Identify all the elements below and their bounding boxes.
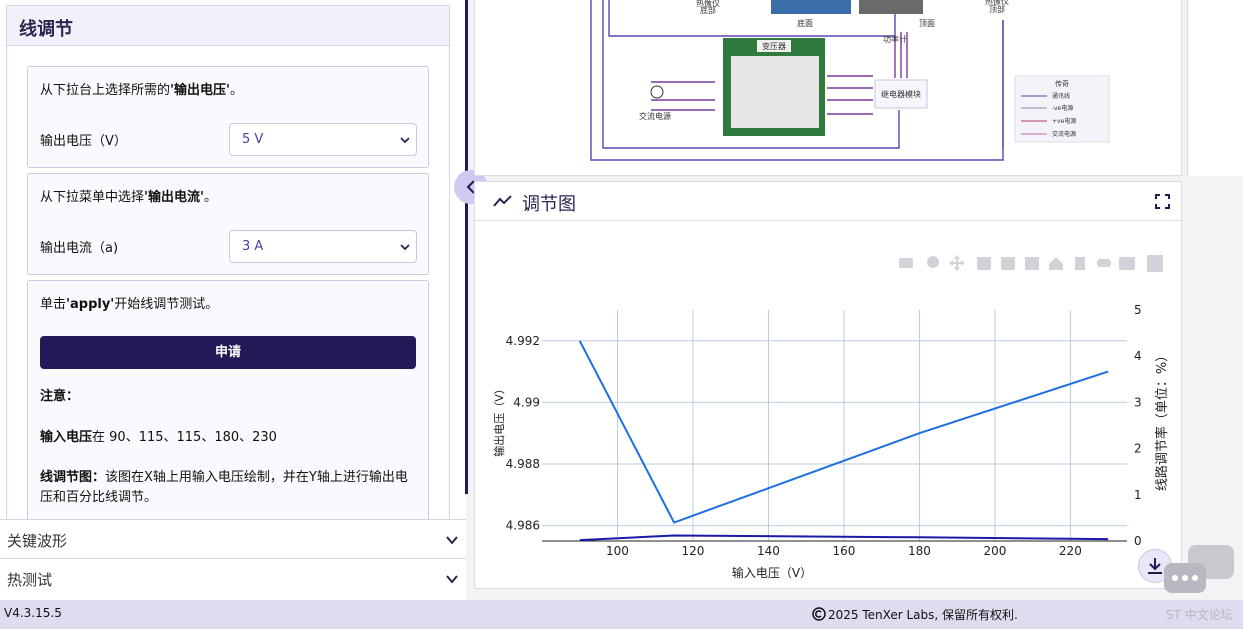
chat-icon[interactable]	[1162, 545, 1238, 601]
y-tick-label: 4.99	[513, 395, 540, 409]
y-axis-label: 输出电压（V）	[492, 383, 506, 457]
pan-icon[interactable]	[949, 255, 965, 271]
x-tick-label: 140	[757, 544, 780, 558]
output-voltage-label: 输出电压（V）	[40, 134, 127, 149]
legend-title: 传奇	[1055, 79, 1069, 88]
y2-tick-label: 1	[1134, 488, 1142, 502]
chart-title: 调节图	[522, 194, 576, 215]
y-tick-label: 4.988	[506, 457, 540, 471]
accordion-key-waveforms[interactable]: 关键波形	[0, 519, 466, 558]
legend-item: +ve电源	[1052, 117, 1076, 125]
hover-compare-icon[interactable]	[1119, 257, 1135, 270]
legend-item: 通讯线	[1052, 92, 1070, 100]
ac-source-label: 交流电源	[639, 111, 671, 121]
section-header[interactable]: 线调节	[6, 5, 450, 45]
notes-title: 注意：	[40, 389, 80, 404]
relay-module-label: 继电器模块	[881, 89, 921, 99]
y-tick-label: 4.992	[506, 334, 540, 348]
chevron-down-icon	[446, 575, 458, 584]
hover-closest-icon[interactable]	[1097, 259, 1111, 267]
y-tick-label: 4.986	[506, 519, 540, 533]
apply-card: 单击'apply'开始线调节测试。 申请 注意： 输入电压在 90、115、11…	[27, 280, 429, 519]
setup-diagram-panel: 热像仪 底部 底面 顶面 热像仪 顶部 功率计 变压器 继电器模块 交流电源 传…	[474, 0, 1182, 176]
thermal-camera-bottom-label-2: 底部	[700, 5, 716, 15]
meter-image	[859, 0, 923, 14]
x-tick-label: 200	[983, 544, 1006, 558]
accordion-label: 关键波形	[7, 532, 68, 550]
transformer-label: 变压器	[762, 41, 786, 51]
accordion-thermal-test[interactable]: 热测试	[0, 558, 466, 600]
regulation-chart-panel: 调节图 100 120 140 160 180 200 220 4.986 4.988 4.99 4…	[474, 181, 1183, 589]
chevron-down-icon	[400, 137, 410, 144]
voltage-instruction: 从下拉台上选择所需的'输出电压'。	[40, 83, 243, 98]
output-current-card: 从下拉菜单中选择'输出电流'。 输出电流（a) 3 A	[27, 173, 429, 275]
output-voltage-select[interactable]: 5 V	[229, 123, 417, 156]
power-meter-label: 功率计	[883, 34, 907, 44]
version-text: V4.3.15.5	[4, 606, 62, 620]
zoom-out-icon[interactable]	[1001, 257, 1015, 270]
line-chart-icon	[493, 195, 512, 207]
copyright-text: 2025 TenXer Labs, 保留所有权利.	[828, 608, 1018, 622]
top-face-label: 顶面	[919, 19, 935, 28]
diagram-legend: 传奇 通讯线 -ve电源 +ve电源 交流电源	[1014, 75, 1110, 143]
ac-source-icon	[650, 85, 664, 99]
forum-link[interactable]: ST 中文论坛	[1166, 606, 1233, 623]
camera-icon[interactable]	[899, 258, 913, 268]
chevron-down-icon	[400, 244, 410, 251]
x-axis-label: 输入电压（V）	[732, 565, 812, 580]
x-tick-label: 100	[606, 544, 629, 558]
right-side-panel	[1187, 0, 1243, 176]
y2-tick-label: 4	[1134, 349, 1142, 363]
x-tick-label: 160	[832, 544, 855, 558]
accordion-label: 热测试	[7, 571, 53, 589]
legend-item: -ve电源	[1052, 104, 1073, 112]
copyright-icon	[812, 607, 826, 621]
section-title: 线调节	[19, 19, 73, 40]
thermal-camera-top-label-2: 顶部	[989, 4, 1005, 14]
plot-grid	[542, 310, 1127, 541]
graph-note: 线调节图：该图在X轴上用输入电压绘制，并在Y轴上进行输出电压和百分比线调节。	[40, 470, 408, 505]
y2-tick-label: 0	[1134, 534, 1142, 548]
zoom-icon[interactable]	[927, 256, 939, 268]
bottom-face-label: 底面	[797, 18, 813, 28]
autoscale-icon[interactable]	[1025, 257, 1039, 270]
setup-diagram: 热像仪 底部 底面 顶面 热像仪 顶部 功率计 变压器 继电器模块 交流电源 传…	[590, 0, 1110, 161]
apply-button[interactable]: 申请	[40, 336, 416, 369]
legend-item: 交流电源	[1052, 130, 1076, 138]
apply-instruction: 单击'apply'开始线调节测试。	[40, 297, 219, 312]
regulation-plot: 100 120 140 160 180 200 2204.9864.9884.994.992…	[492, 303, 1170, 580]
plot-modebar	[899, 255, 1163, 272]
output-current-select[interactable]: 3 A	[229, 230, 417, 263]
y2-tick-label: 2	[1134, 442, 1142, 456]
board-image	[771, 0, 851, 14]
input-voltage-note: 输入电压在 90、115、115、180、230	[40, 430, 277, 445]
left-panel: 线调节 从下拉台上选择所需的'输出电压'。 输出电压（V） 5 V 从下拉菜单中…	[0, 0, 466, 600]
x-tick-label: 220	[1059, 544, 1082, 558]
zoom-in-icon[interactable]	[977, 257, 991, 270]
x-tick-label: 180	[908, 544, 931, 558]
fullscreen-icon[interactable]	[1155, 194, 1170, 209]
chart-header: 调节图	[475, 182, 1183, 221]
current-instruction: 从下拉菜单中选择'输出电流'。	[40, 190, 217, 205]
transformer-plate	[731, 56, 819, 128]
y2-axis-label: 线路调节率（单位：%）	[1154, 349, 1170, 491]
home-icon[interactable]	[1049, 257, 1063, 270]
output-current-label: 输出电流（a)	[40, 241, 119, 256]
x-tick-label: 120	[682, 544, 705, 558]
spike-icon[interactable]	[1075, 257, 1085, 270]
output-voltage-card: 从下拉台上选择所需的'输出电压'。 输出电压（V） 5 V	[27, 66, 429, 168]
panel-body: 从下拉台上选择所需的'输出电压'。 输出电压（V） 5 V 从下拉菜单中选择'输…	[6, 45, 450, 520]
chevron-down-icon	[446, 536, 458, 545]
panel-divider[interactable]	[465, 0, 468, 494]
footer: V4.3.15.5 2025 TenXer Labs, 保留所有权利. ST 中…	[0, 600, 1243, 629]
plotly-logo-icon[interactable]	[1147, 255, 1163, 272]
y2-tick-label: 5	[1134, 303, 1142, 317]
y2-tick-label: 3	[1134, 395, 1142, 409]
